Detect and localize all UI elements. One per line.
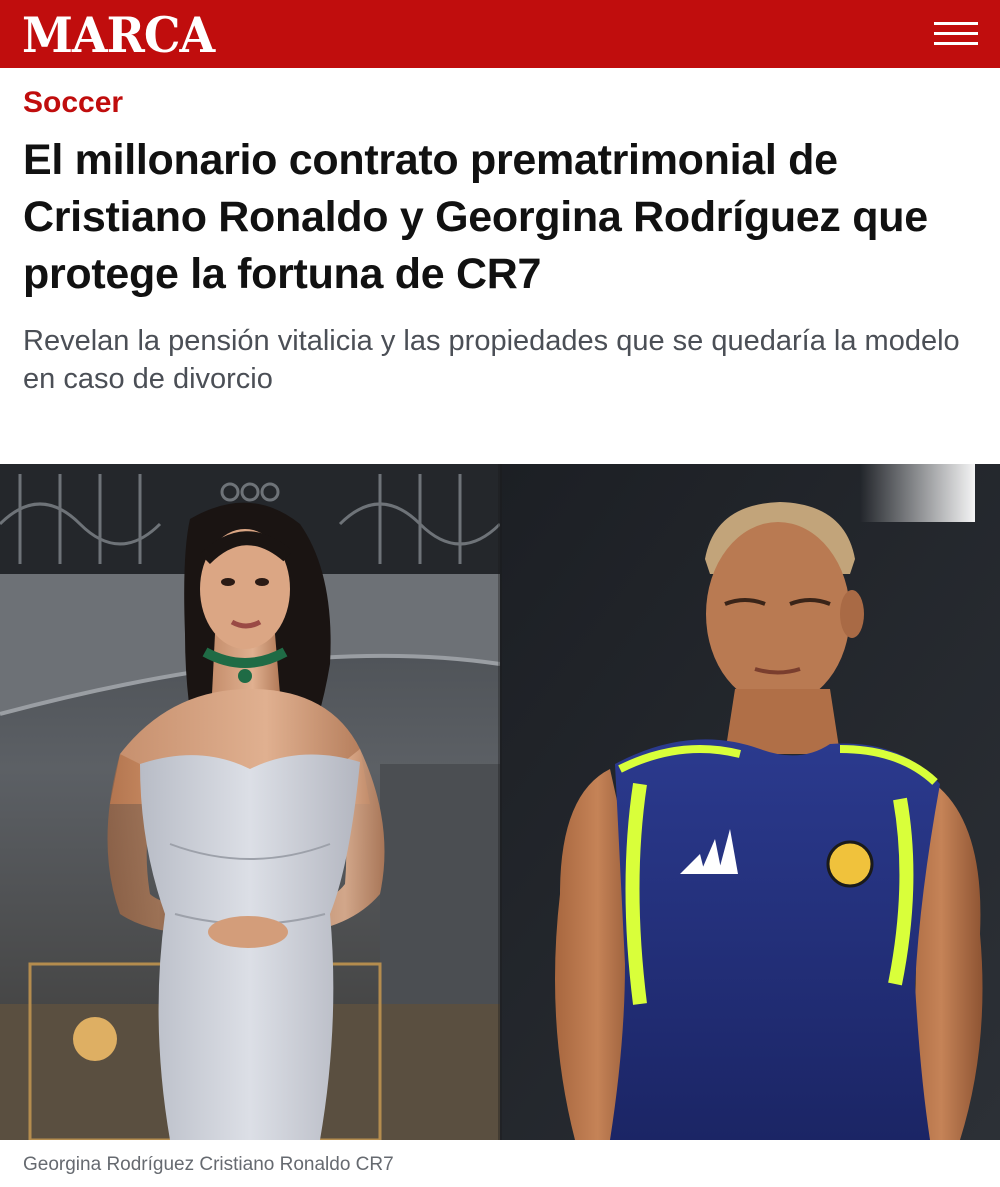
right-photo-panel [500,464,1000,1140]
article-subheadline: Revelan la pensión vitalicia y las propi… [23,325,960,395]
menu-line [934,22,978,25]
image-caption: Georgina Rodríguez Cristiano Ronaldo CR7 [23,1154,394,1175]
left-photo-panel [0,464,502,1140]
marca-logo[interactable]: MARCA [22,6,215,65]
hamburger-menu-icon[interactable] [932,20,980,48]
top-navigation-bar: MARCA [0,0,1000,68]
article-headline: El millonario contrato prematrimonial de… [23,136,928,298]
menu-line [934,42,978,45]
article-hero-image[interactable] [0,464,1000,1140]
menu-line [934,32,978,35]
section-link[interactable]: Soccer [23,86,123,120]
